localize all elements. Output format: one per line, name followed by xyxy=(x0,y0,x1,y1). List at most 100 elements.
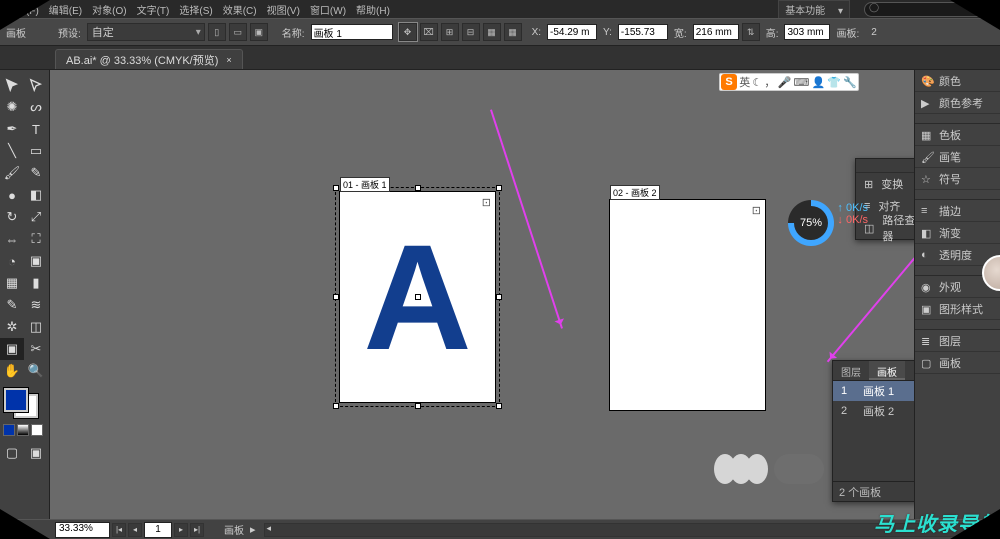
status-menu-icon[interactable]: ▸ xyxy=(250,523,256,536)
selection-tool[interactable] xyxy=(0,74,24,96)
menu-effect[interactable]: 效果(C) xyxy=(223,2,257,17)
tab-layers[interactable]: 图层 xyxy=(833,361,869,380)
preset-select[interactable]: 自定 xyxy=(87,23,205,41)
resize-handle[interactable] xyxy=(415,403,421,409)
line-tool[interactable]: ╲ xyxy=(0,140,24,162)
rectangle-tool[interactable]: ▭ xyxy=(24,140,48,162)
move-copy-toggle[interactable]: ✥ xyxy=(399,23,417,41)
lasso-tool[interactable]: ᔕ xyxy=(24,96,48,118)
width-tool[interactable]: ⇔ xyxy=(0,228,24,250)
new-artboard-button[interactable]: ▣ xyxy=(250,23,268,41)
align-left-button[interactable]: ⌧ xyxy=(420,23,438,41)
screen-mode-button[interactable]: ▢ xyxy=(0,442,24,464)
resize-handle[interactable] xyxy=(333,185,339,191)
panel-color-guide[interactable]: ▶颜色参考 xyxy=(915,92,1000,114)
align-right-button[interactable]: ⊟ xyxy=(462,23,480,41)
y-input[interactable]: -155.73 xyxy=(618,24,668,40)
ime-tool-icon[interactable]: 🔧 xyxy=(843,76,857,89)
ime-toolbar[interactable]: S 英 ☾ ， 🎤 ⌨ 👤 👕 🔧 xyxy=(719,73,859,91)
change-screen-button[interactable]: ▣ xyxy=(24,442,48,464)
grid-toggle-2[interactable]: ▦ xyxy=(504,23,522,41)
panel-stroke[interactable]: ≡描边 xyxy=(915,200,1000,222)
artboard-row-2[interactable]: 2 画板 2 ▫ xyxy=(833,401,914,421)
perspective-tool[interactable]: ▣ xyxy=(24,250,48,272)
artboards-panel[interactable]: 图层 画板 ▸≡ 1 画板 1 ▫ 2 画板 2 ▫ xyxy=(832,360,914,502)
swatch-color[interactable] xyxy=(3,424,15,436)
panel-artboards[interactable]: ▢画板 xyxy=(915,352,1000,374)
resize-handle[interactable] xyxy=(496,403,502,409)
panel-layers[interactable]: ≣图层 xyxy=(915,330,1000,352)
direct-selection-tool[interactable] xyxy=(24,74,48,96)
pen-tool[interactable]: ✒ xyxy=(0,118,24,140)
shape-builder-tool[interactable]: ◔ xyxy=(0,250,24,272)
ime-lang[interactable]: 英 xyxy=(739,74,750,90)
ime-comma-icon[interactable]: ， xyxy=(764,74,775,90)
free-transform-tool[interactable]: ⛶ xyxy=(24,228,48,250)
h-input[interactable]: 303 mm xyxy=(784,24,830,40)
artboard-2[interactable]: 02 - 画板 2 ⊡ xyxy=(610,200,765,410)
menu-edit[interactable]: 编辑(E) xyxy=(49,2,82,17)
rotate-tool[interactable]: ↻ xyxy=(0,206,24,228)
eraser-tool[interactable]: ◧ xyxy=(24,184,48,206)
nav-prev-button[interactable]: ◂ xyxy=(128,523,142,537)
panel-color[interactable]: 🎨颜色 xyxy=(915,70,1000,92)
hand-tool[interactable]: ✋ xyxy=(0,360,24,382)
tab-artboards[interactable]: 画板 xyxy=(869,361,905,380)
ime-mic-icon[interactable]: 🎤 xyxy=(778,76,792,89)
fill-color[interactable] xyxy=(4,388,28,412)
resize-handle[interactable] xyxy=(415,185,421,191)
nav-first-button[interactable]: |◂ xyxy=(112,523,126,537)
scale-tool[interactable]: ⤢ xyxy=(24,206,48,228)
mesh-tool[interactable]: ▦ xyxy=(0,272,24,294)
menu-window[interactable]: 窗口(W) xyxy=(310,2,346,17)
ime-keyboard-icon[interactable]: ⌨ xyxy=(793,76,809,89)
center-handle[interactable] xyxy=(415,294,421,300)
fill-stroke-colors[interactable] xyxy=(4,388,38,418)
w-input[interactable]: 216 mm xyxy=(693,24,739,40)
artboard-row-1[interactable]: 1 画板 1 ▫ xyxy=(833,381,914,401)
artboard-1[interactable]: 01 - 画板 1 ⊡ A xyxy=(340,192,495,402)
symbol-sprayer-tool[interactable]: ✲ xyxy=(0,316,24,338)
artboard-1-options-icon[interactable]: ⊡ xyxy=(482,196,491,209)
nav-next-button[interactable]: ▸ xyxy=(174,523,188,537)
type-tool[interactable]: T xyxy=(24,118,48,140)
link-wh-button[interactable]: ⇅ xyxy=(742,23,760,41)
workspace-switcher[interactable]: 基本功能 ▾ xyxy=(778,0,850,19)
panel-item-transform[interactable]: ⊞变换 xyxy=(856,173,914,195)
artboard-tool[interactable]: ▣ xyxy=(0,338,24,360)
x-input[interactable]: -54.29 m xyxy=(547,24,597,40)
resize-handle[interactable] xyxy=(496,294,502,300)
gradient-tool[interactable]: ▮ xyxy=(24,272,48,294)
eyedropper-tool[interactable]: ✎ xyxy=(0,294,24,316)
menu-object[interactable]: 对象(O) xyxy=(92,2,126,17)
panel-gradient[interactable]: ◧渐变 xyxy=(915,222,1000,244)
graph-tool[interactable]: ◫ xyxy=(24,316,48,338)
zoom-tool[interactable]: 🔍 xyxy=(24,360,48,382)
panel-graphic-styles[interactable]: ▣图形样式 xyxy=(915,298,1000,320)
slice-tool[interactable]: ✂ xyxy=(24,338,48,360)
panel-swatches[interactable]: ▦色板 xyxy=(915,124,1000,146)
pencil-tool[interactable]: ✎ xyxy=(24,162,48,184)
align-center-button[interactable]: ⊞ xyxy=(441,23,459,41)
menu-view[interactable]: 视图(V) xyxy=(267,2,300,17)
paintbrush-tool[interactable]: 🖌 xyxy=(0,162,24,184)
blend-tool[interactable]: ≋ xyxy=(24,294,48,316)
resize-handle[interactable] xyxy=(496,185,502,191)
swatch-none[interactable] xyxy=(31,424,43,436)
zoom-input[interactable]: 33.33% xyxy=(55,522,110,538)
menu-help[interactable]: 帮助(H) xyxy=(356,2,390,17)
canvas[interactable]: S 英 ☾ ， 🎤 ⌨ 👤 👕 🔧 01 - 画板 1 ⊡ A xyxy=(50,70,914,519)
close-tab-icon[interactable]: × xyxy=(226,55,231,65)
resize-handle[interactable] xyxy=(333,294,339,300)
menu-text[interactable]: 文字(T) xyxy=(137,2,170,17)
grid-toggle-1[interactable]: ▦ xyxy=(483,23,501,41)
magic-wand-tool[interactable]: ✺ xyxy=(0,96,24,118)
menu-select[interactable]: 选择(S) xyxy=(179,2,212,17)
panel-symbols[interactable]: ☆符号 xyxy=(915,168,1000,190)
panel-header[interactable]: ◂◂ × xyxy=(856,159,914,173)
ime-user-icon[interactable]: 👤 xyxy=(811,76,825,89)
ime-skin-icon[interactable]: 👕 xyxy=(827,76,841,89)
document-tab[interactable]: AB.ai* @ 33.33% (CMYK/预览) × xyxy=(55,49,243,69)
blob-brush-tool[interactable]: ● xyxy=(0,184,24,206)
orient-landscape-button[interactable]: ▭ xyxy=(229,23,247,41)
